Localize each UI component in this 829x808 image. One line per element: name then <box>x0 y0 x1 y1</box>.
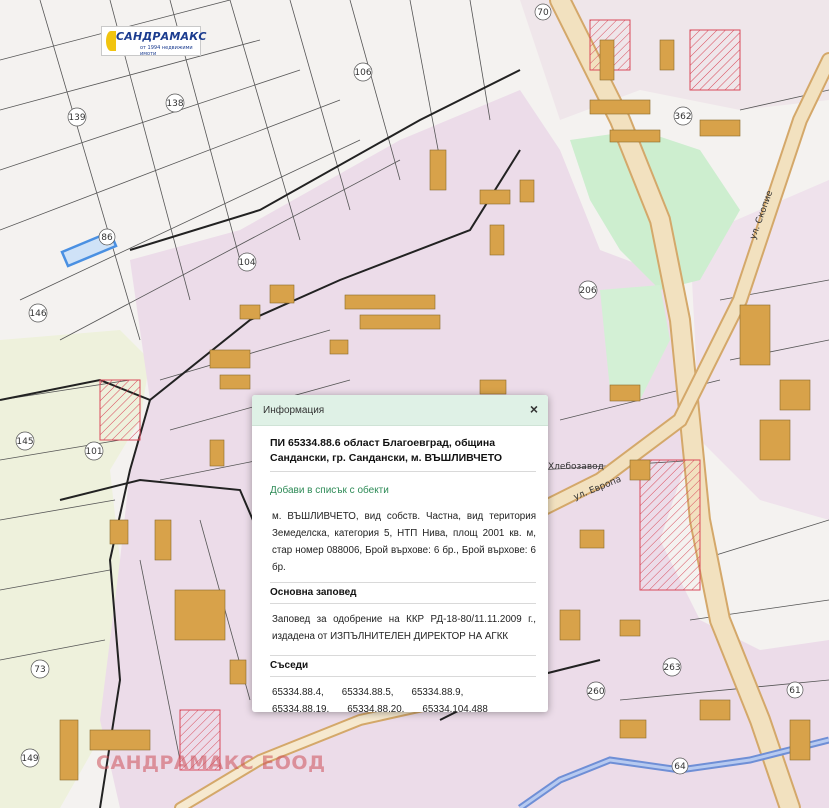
close-icon[interactable]: × <box>526 401 542 417</box>
poi-label-bakery: Хлебозавод <box>548 462 604 472</box>
info-popup: Информация × ПИ 65334.88.6 област Благое… <box>252 395 548 712</box>
svg-text:104: 104 <box>238 258 255 268</box>
parcel-label-149: 149 <box>20 748 40 768</box>
neighbors-list: 65334.88.4, 65334.88.5, 65334.88.9, 6533… <box>270 677 536 712</box>
parcel-label-263: 263 <box>662 657 682 677</box>
svg-text:206: 206 <box>579 286 596 296</box>
svg-text:61: 61 <box>789 686 800 696</box>
parcel-title: ПИ 65334.88.6 област Благоевград, община… <box>270 436 536 472</box>
svg-text:106: 106 <box>354 68 371 78</box>
svg-text:149: 149 <box>21 754 38 764</box>
parcel-label-104: 104 <box>237 252 257 272</box>
svg-text:70: 70 <box>537 8 549 18</box>
parcel-label-73: 73 <box>30 659 50 679</box>
svg-text:101: 101 <box>85 447 102 457</box>
logo-name: САНДРАМАКС <box>116 30 207 43</box>
neighbor-item[interactable]: 65334.104.488 <box>422 701 487 712</box>
parcel-label-362: 362 <box>673 106 693 126</box>
popup-title: Информация <box>263 405 325 416</box>
parcel-label-146: 146 <box>28 303 48 323</box>
logo-mark-icon <box>106 31 116 51</box>
parcel-label-101: 101 <box>84 441 104 461</box>
parcel-label-61: 61 <box>786 681 804 699</box>
add-to-list-link[interactable]: Добави в списък с обекти <box>270 485 536 496</box>
neighbor-item[interactable]: 65334.88.20, <box>347 701 404 712</box>
popup-header: Информация × <box>252 395 548 426</box>
logo-tagline: от 1994 недвижими имоти <box>140 45 193 57</box>
svg-text:64: 64 <box>674 762 686 772</box>
parcel-label-64: 64 <box>671 757 689 775</box>
parcel-label-106: 106 <box>353 62 373 82</box>
neighbor-item[interactable]: 65334.88.4, <box>272 684 324 701</box>
svg-text:260: 260 <box>587 687 604 697</box>
watermark: САНДРАМАКС ЕООД <box>96 752 326 774</box>
parcel-label-145: 145 <box>15 431 35 451</box>
svg-text:73: 73 <box>34 665 45 675</box>
svg-text:86: 86 <box>101 233 113 243</box>
svg-text:362: 362 <box>674 112 691 122</box>
order-text: Заповед за одобрение на ККР РД-18-80/11.… <box>272 614 536 642</box>
parcel-label-206: 206 <box>578 280 598 300</box>
parcel-description: м. ВЪШЛИВЧЕТО, вид собств. Частна, вид т… <box>272 511 536 573</box>
svg-text:138: 138 <box>166 99 183 109</box>
sandramaks-logo[interactable]: САНДРАМАКС от 1994 недвижими имоти <box>101 26 206 57</box>
parcel-label-260: 260 <box>586 681 606 701</box>
neighbor-item[interactable]: 65334.88.5, <box>342 684 394 701</box>
svg-text:145: 145 <box>16 437 33 447</box>
neighbor-item[interactable]: 65334.88.19, <box>272 701 329 712</box>
svg-text:146: 146 <box>29 309 46 319</box>
parcel-label-138: 138 <box>165 93 185 113</box>
neighbor-item[interactable]: 65334.88.9, <box>412 684 464 701</box>
svg-text:263: 263 <box>663 663 680 673</box>
order-heading: Основна заповед <box>270 582 536 604</box>
svg-text:139: 139 <box>68 113 85 123</box>
popup-body: ПИ 65334.88.6 област Благоевград, община… <box>252 426 548 712</box>
parcel-label-86: 86 <box>98 228 116 246</box>
neighbors-heading: Съседи <box>270 655 536 677</box>
parcel-label-139: 139 <box>67 107 87 127</box>
parcel-label-70: 70 <box>534 3 552 21</box>
